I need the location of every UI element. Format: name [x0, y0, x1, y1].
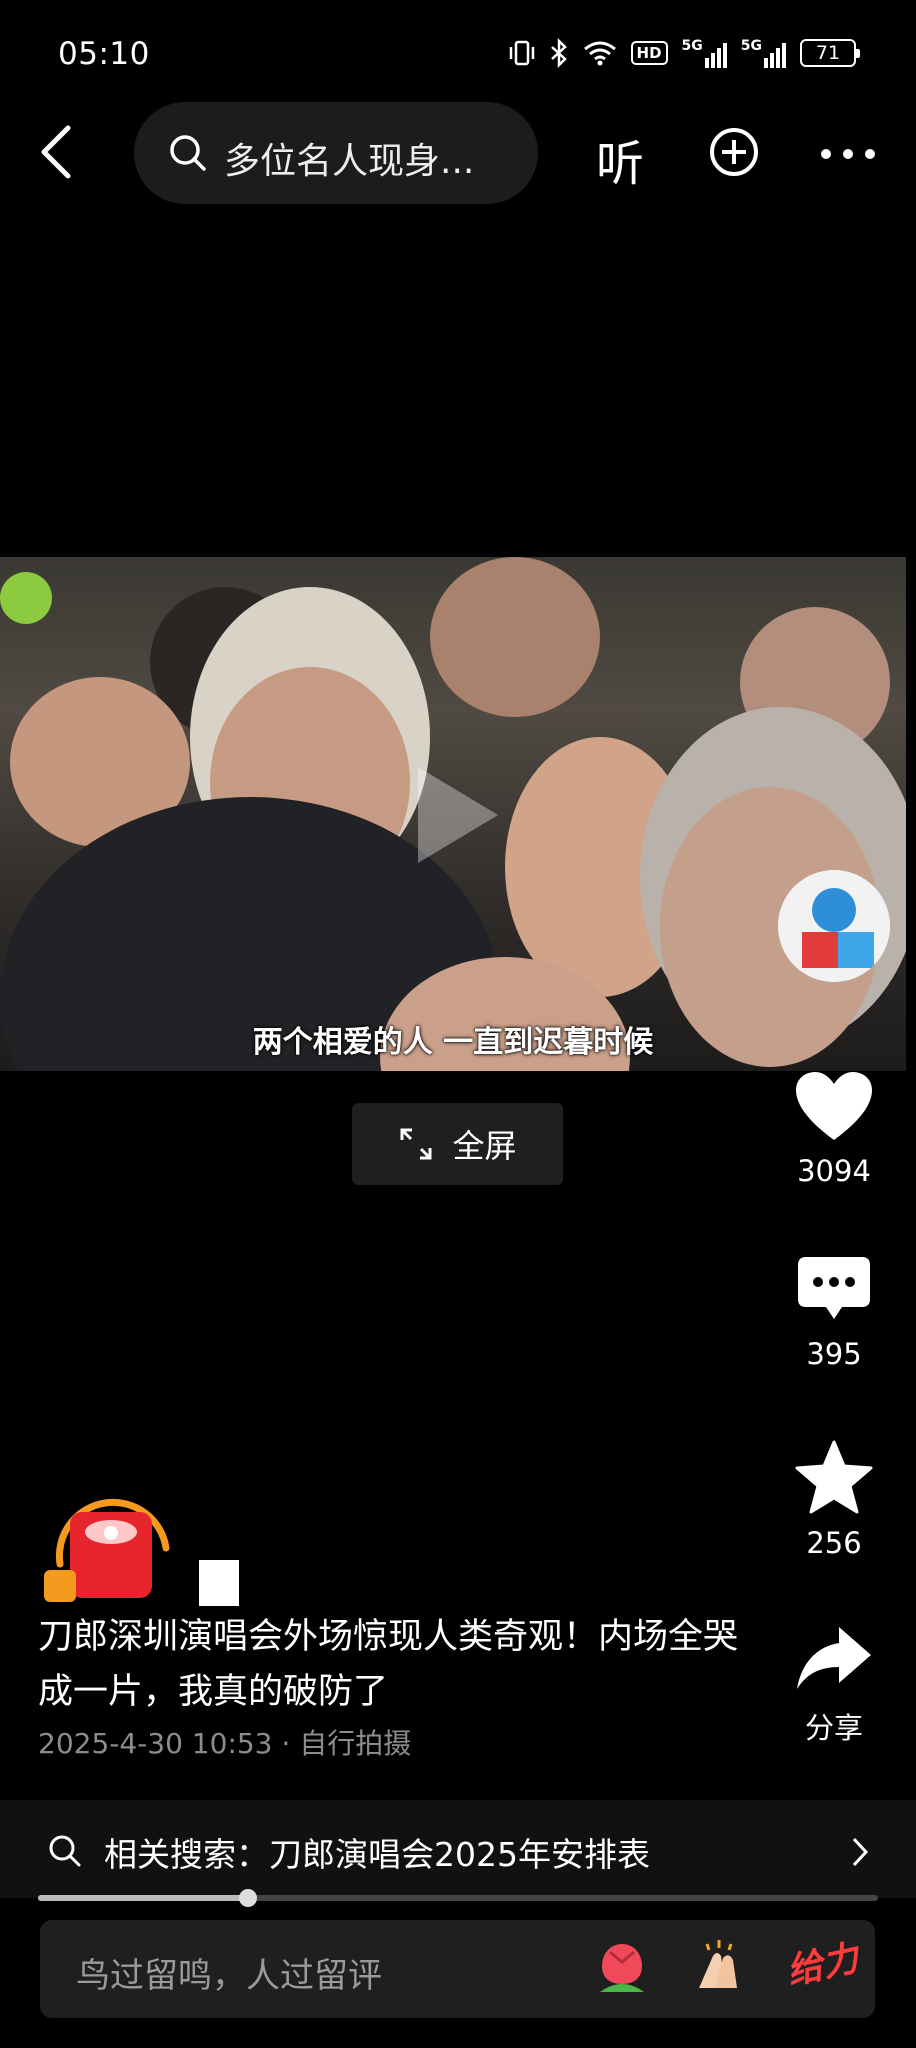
share-icon: [797, 1627, 871, 1689]
expand-icon: [400, 1128, 432, 1160]
avatar-image: [778, 870, 890, 982]
related-search-label: 相关搜索：刀郎演唱会2025年安排表: [104, 1835, 650, 1874]
search-icon: [49, 1835, 81, 1867]
video-figure: [430, 557, 600, 717]
author-avatar[interactable]: [40, 1478, 180, 1618]
comment-action[interactable]: 395: [780, 1255, 888, 1371]
author-name[interactable]: [199, 1560, 239, 1606]
fullscreen-label: 全屏: [452, 1127, 517, 1165]
signal-icon-2: 5G: [741, 38, 786, 68]
like-count: 3094: [797, 1154, 871, 1188]
play-icon[interactable]: [418, 767, 498, 863]
related-search-bar[interactable]: 相关搜索：刀郎演唱会2025年安排表: [0, 1800, 916, 1898]
share-action[interactable]: 分享: [780, 1625, 888, 1747]
progress-fill: [38, 1895, 248, 1901]
video-player[interactable]: 两个相爱的人 一直到迟暮时候: [0, 557, 906, 1071]
comment-placeholder: 鸟过留鸣，人过留评: [76, 1956, 382, 1996]
uploader-avatar[interactable]: [778, 870, 890, 982]
add-icon[interactable]: [708, 126, 760, 178]
vibrate-icon: [509, 40, 534, 66]
network-type-label: 5G: [681, 38, 703, 54]
back-icon[interactable]: [34, 120, 80, 184]
heart-icon: [796, 1072, 872, 1140]
comment-input[interactable]: 鸟过留鸣，人过留评 给力: [40, 1920, 875, 2018]
video-progress[interactable]: [38, 1889, 878, 1907]
signal-icon-1: 5G: [682, 38, 727, 68]
search-query: 多位名人现身...: [224, 141, 475, 182]
star-icon: [795, 1440, 873, 1514]
comment-count: 395: [806, 1337, 862, 1371]
battery-level: 71: [815, 42, 841, 64]
status-time: 05:10: [58, 36, 150, 72]
favorite-action[interactable]: 256: [780, 1440, 888, 1560]
network-type-label: 5G: [740, 38, 762, 54]
channel-watermark: [0, 572, 52, 624]
share-label: 分享: [804, 1711, 863, 1745]
battery-icon: 71: [800, 39, 860, 67]
more-icon[interactable]: [820, 146, 876, 162]
search-icon: [170, 135, 206, 171]
post-meta: 2025-4-30 10:53 · 自行拍摄: [38, 1727, 412, 1760]
like-action[interactable]: 3094: [780, 1070, 888, 1188]
post-caption: 刀郎深圳演唱会外场惊现人类奇观！内场全哭成一片，我真的破防了: [38, 1617, 739, 1712]
hd-badge: HD: [630, 41, 668, 65]
bluetooth-icon: [550, 38, 567, 68]
video-subtitle: 两个相爱的人 一直到迟暮时候: [252, 1025, 654, 1060]
favorite-count: 256: [806, 1526, 862, 1560]
comment-icon: [798, 1257, 870, 1319]
listen-button[interactable]: 听: [596, 124, 644, 194]
status-bar: 05:10 HD 5G 5G 71: [0, 0, 916, 110]
flower-icon[interactable]: [590, 1936, 654, 2000]
fullscreen-button[interactable]: 全屏: [352, 1103, 563, 1185]
wifi-icon: [583, 41, 616, 66]
status-icons: HD 5G 5G 71: [509, 38, 860, 68]
clap-icon[interactable]: [685, 1936, 749, 2000]
gift-button[interactable]: 给力: [781, 1929, 862, 1995]
progress-handle[interactable]: [239, 1889, 257, 1907]
chevron-right-icon: [852, 1837, 869, 1867]
search-box[interactable]: 多位名人现身...: [134, 102, 538, 204]
